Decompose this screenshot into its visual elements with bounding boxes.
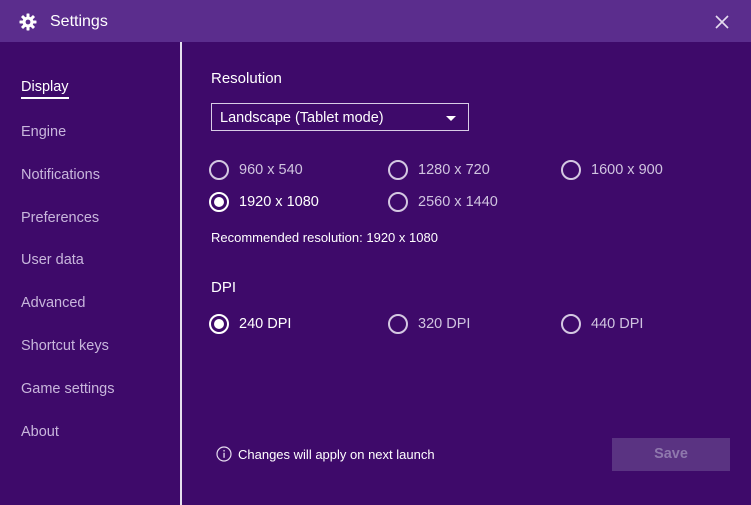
resolution-option-label: 1600 x 900 xyxy=(591,162,663,178)
sidebar-item-display[interactable]: Display xyxy=(21,79,69,99)
apply-on-launch-note: Changes will apply on next launch xyxy=(238,447,435,462)
recommended-resolution-text: Recommended resolution: 1920 x 1080 xyxy=(211,230,438,245)
close-button[interactable] xyxy=(708,9,736,35)
orientation-dropdown[interactable]: Landscape (Tablet mode) xyxy=(211,103,469,131)
sidebar-item-game-settings[interactable]: Game settings xyxy=(21,381,115,397)
sidebar: Display Engine Notifications Preferences… xyxy=(0,42,180,505)
dpi-option-label: 320 DPI xyxy=(418,316,471,332)
resolution-option-label: 1920 x 1080 xyxy=(239,194,319,210)
display-settings-panel: Resolution Landscape (Tablet mode) 960 x… xyxy=(182,42,751,505)
radio-circle xyxy=(388,160,408,180)
radio-circle xyxy=(561,314,581,334)
sidebar-item-user-data[interactable]: User data xyxy=(21,252,84,268)
sidebar-item-preferences[interactable]: Preferences xyxy=(21,210,99,226)
gear-icon xyxy=(19,13,37,31)
sidebar-item-engine[interactable]: Engine xyxy=(21,124,66,140)
orientation-dropdown-value: Landscape (Tablet mode) xyxy=(220,110,384,126)
dpi-option-label: 440 DPI xyxy=(591,316,644,332)
caret-down-icon xyxy=(446,116,456,121)
settings-window: Settings Display Engine Notifications Pr… xyxy=(0,0,751,505)
radio-selected-dot xyxy=(214,319,224,329)
sidebar-item-notifications[interactable]: Notifications xyxy=(21,167,100,183)
radio-circle xyxy=(561,160,581,180)
resolution-option-label: 2560 x 1440 xyxy=(418,194,498,210)
radio-circle xyxy=(388,192,408,212)
sidebar-item-about[interactable]: About xyxy=(21,424,59,440)
sidebar-item-advanced[interactable]: Advanced xyxy=(21,295,86,311)
close-icon xyxy=(715,15,729,29)
resolution-option-label: 1280 x 720 xyxy=(418,162,490,178)
window-title: Settings xyxy=(50,13,108,30)
resolution-option-label: 960 x 540 xyxy=(239,162,303,178)
radio-circle xyxy=(388,314,408,334)
dpi-option-label: 240 DPI xyxy=(239,316,292,332)
resolution-heading: Resolution xyxy=(211,70,282,87)
sidebar-item-shortcut-keys[interactable]: Shortcut keys xyxy=(21,338,109,354)
info-icon xyxy=(216,446,232,462)
dpi-heading: DPI xyxy=(211,279,237,296)
radio-circle xyxy=(209,160,229,180)
save-button[interactable]: Save xyxy=(612,438,730,471)
title-bar: Settings xyxy=(0,0,751,42)
radio-selected-dot xyxy=(214,197,224,207)
